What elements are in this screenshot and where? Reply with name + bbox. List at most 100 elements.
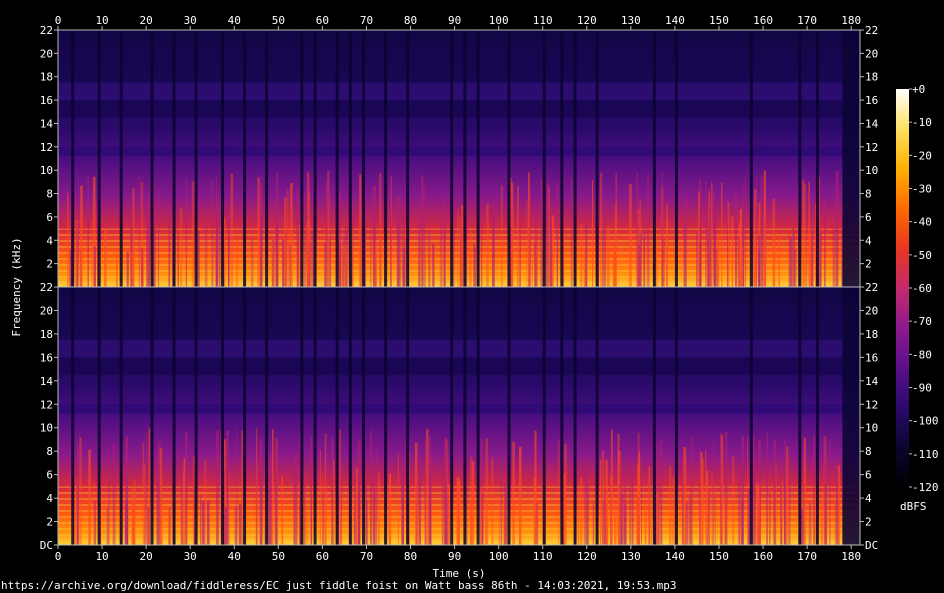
note-streak <box>480 486 483 545</box>
silence-gap <box>172 288 176 545</box>
silence-gap <box>172 31 176 287</box>
x-tick-label: 110 <box>533 550 553 563</box>
note-streak <box>808 502 812 545</box>
note-streak <box>235 238 239 287</box>
note-streak <box>602 228 605 287</box>
note-streak <box>405 238 407 287</box>
note-streak <box>592 502 595 545</box>
colorbar-tick-label: -90 <box>912 382 932 395</box>
colorbar-label: dBFS <box>900 500 927 513</box>
note-streak <box>250 238 254 287</box>
note-streak <box>579 477 583 545</box>
note-streak <box>548 187 550 287</box>
y-tick-label: 12 <box>865 398 878 411</box>
note-streak <box>512 441 515 545</box>
note-streak <box>421 175 424 287</box>
note-streak <box>666 203 668 287</box>
note-streak <box>197 231 200 287</box>
y-tick-label: 18 <box>865 328 878 341</box>
frequency-band <box>58 146 860 157</box>
y-tick-label: 8 <box>865 188 872 201</box>
note-streak <box>401 464 404 545</box>
note-streak <box>402 247 406 287</box>
note-streak <box>556 181 559 287</box>
note-streak <box>540 178 543 287</box>
note-streak <box>469 230 472 287</box>
note-streak <box>536 502 539 545</box>
frequency-band <box>58 339 860 358</box>
silence-gap <box>652 288 656 545</box>
y-tick-label: 18 <box>40 71 53 84</box>
note-streak <box>580 223 583 287</box>
colorbar-ticks: +0 -10 -20 -30 -40 -50 -60 -70 -80 -90 -100 -110 -12… <box>909 83 939 494</box>
note-streak <box>716 233 720 287</box>
y-tick-label: DC <box>865 539 878 552</box>
note-streak <box>323 242 327 287</box>
note-streak <box>370 193 372 287</box>
note-streak <box>731 215 734 287</box>
note-streak <box>142 442 144 545</box>
note-streak <box>91 221 93 287</box>
x-tick-label: 100 <box>489 550 509 563</box>
note-streak <box>688 497 692 545</box>
note-streak <box>491 457 494 545</box>
x-tick-label: 90 <box>448 14 461 27</box>
y-tick-label: 14 <box>865 117 879 130</box>
x-tick-label: 180 <box>841 14 861 27</box>
note-streak <box>600 172 603 287</box>
note-streak <box>357 440 361 545</box>
note-streak <box>369 430 372 545</box>
note-streak <box>832 226 836 287</box>
note-streak <box>615 173 617 287</box>
silence-gap <box>542 31 546 287</box>
silence-gap <box>362 288 366 545</box>
y-tick-label: 8 <box>46 188 53 201</box>
note-streak <box>226 430 229 545</box>
note-streak <box>472 461 475 545</box>
note-streak <box>288 244 291 287</box>
note-streak <box>424 441 427 545</box>
note-streak <box>88 449 91 545</box>
x-tick-label: 40 <box>228 14 241 27</box>
note-streak <box>353 509 355 545</box>
note-streak <box>281 476 284 545</box>
x-tick-label: 20 <box>140 14 153 27</box>
note-streak <box>158 188 160 287</box>
silence-gap <box>348 288 352 545</box>
note-streak <box>705 180 707 287</box>
silence-gap <box>450 288 454 545</box>
note-streak <box>257 177 261 287</box>
note-streak <box>443 198 446 287</box>
note-streak <box>104 229 107 287</box>
note-streak <box>417 466 420 545</box>
silence-gap <box>573 288 577 545</box>
note-streak <box>294 452 298 545</box>
note-streak <box>617 434 620 545</box>
x-tick-label: 30 <box>184 14 197 27</box>
note-streak <box>810 222 814 287</box>
note-streak <box>712 442 714 545</box>
silence-gap <box>674 31 678 287</box>
silence-gap <box>406 288 410 545</box>
colorbar-tick-label: -40 <box>912 216 932 229</box>
silence-gap <box>507 31 511 287</box>
note-streak <box>492 205 495 287</box>
note-streak <box>177 234 179 287</box>
note-streak <box>599 459 602 545</box>
silence-gap <box>652 31 656 287</box>
note-streak <box>583 473 586 545</box>
note-streak <box>808 181 810 287</box>
y-tick-label: 4 <box>46 492 53 505</box>
note-streak <box>754 476 756 545</box>
note-streak <box>713 207 717 287</box>
y-tick-label: 22 <box>865 281 878 294</box>
note-streak <box>702 458 704 545</box>
x-tick-label: 20 <box>140 550 153 563</box>
y-tick-label: 6 <box>865 211 872 224</box>
y-tick-label: 8 <box>865 445 872 458</box>
note-streak <box>284 197 287 287</box>
note-streak <box>629 183 632 287</box>
silence-gap <box>463 31 467 287</box>
silence-gap <box>595 31 599 287</box>
note-streak <box>834 503 836 545</box>
